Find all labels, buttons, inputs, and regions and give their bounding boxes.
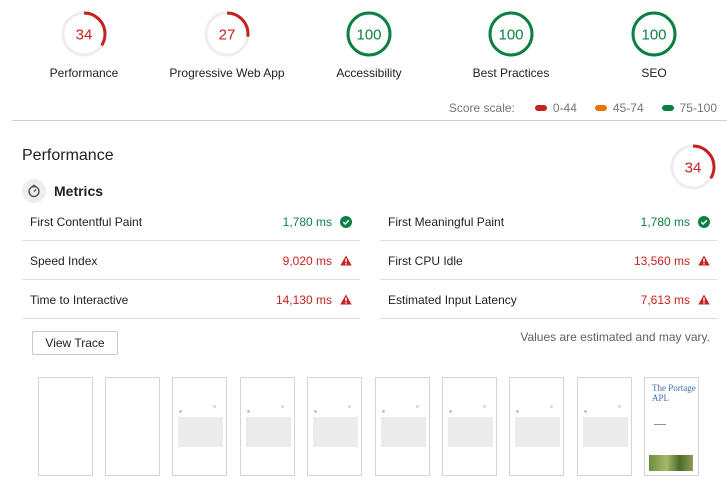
gauge-ring: 100 [631, 11, 677, 57]
gauge-ring: 100 [346, 11, 392, 57]
filmstrip: The Portage APL ▬▬▬▬ [38, 377, 718, 477]
pass-swatch [661, 105, 674, 111]
metric-label: First Contentful Paint [30, 214, 143, 229]
metric-row: Speed Index 9,020 ms [22, 242, 360, 280]
filmstrip-frame [38, 377, 93, 476]
metric-label: First CPU Idle [388, 253, 463, 268]
pass-check-icon [340, 215, 352, 228]
gauge-ring: 100 [488, 11, 534, 57]
frame-text-block: ▬▬▬▬ [654, 422, 666, 426]
category-gauges: 34 Performance 27 Progressive Web App 10… [0, 0, 727, 95]
gauge-score: 27 [219, 27, 236, 44]
metrics-column-left: First Contentful Paint 1,780 ms Speed In… [22, 203, 360, 319]
filmstrip-frame [307, 377, 362, 476]
gauge-label: Accessibility [336, 66, 402, 80]
gauge-ring: 34 [61, 11, 107, 57]
score-scale-label: Score scale: [448, 101, 515, 115]
gauge-score: 34 [76, 27, 93, 44]
filmstrip-frame [442, 377, 497, 476]
metrics-column-right: First Meaningful Paint 1,780 ms First CP… [380, 203, 718, 319]
metric-label: Speed Index [30, 253, 98, 268]
gauge-best-practices[interactable]: 100 Best Practices [441, 10, 581, 80]
metric-label: Estimated Input Latency [388, 292, 517, 307]
metric-value-fail: 14,130 ms [276, 293, 352, 307]
metric-row: First CPU Idle 13,560 ms [380, 242, 718, 280]
average-swatch [594, 105, 607, 111]
metric-value-fail: 7,613 ms [641, 293, 710, 307]
fail-warning-icon [698, 255, 710, 266]
divider [12, 120, 727, 121]
metric-value-fail: 9,020 ms [283, 254, 352, 268]
gauge-label: Best Practices [472, 66, 550, 80]
filmstrip-frame [172, 377, 227, 476]
gauge-label: SEO [641, 66, 667, 80]
filmstrip-frame [509, 377, 564, 476]
estimate-note: Values are estimated and may vary. [520, 330, 710, 344]
gauge-accessibility[interactable]: 100 Accessibility [299, 10, 439, 80]
filmstrip-frame [105, 377, 160, 476]
metrics-header: Metrics [22, 179, 103, 203]
gauge-performance[interactable]: 34 Performance [14, 10, 154, 80]
gauge-ring: 34 [670, 144, 716, 190]
view-trace-button[interactable]: View Trace [32, 331, 118, 355]
fail-warning-icon [698, 294, 710, 305]
fail-warning-icon [340, 294, 352, 305]
scale-range-fail: 0-44 [534, 101, 577, 115]
fail-swatch [534, 105, 547, 111]
metric-row: Time to Interactive 14,130 ms [22, 281, 360, 319]
frame-site-title: The Portage APL [652, 383, 696, 403]
score-scale: Score scale: 0-44 45-74 75-100 [449, 101, 717, 115]
performance-gauge: 34 [669, 143, 717, 196]
filmstrip-frame-final: The Portage APL ▬▬▬▬ [644, 377, 699, 476]
gauge-label: Performance [49, 66, 119, 80]
gauge-pwa[interactable]: 27 Progressive Web App [157, 10, 297, 80]
metric-label: First Meaningful Paint [388, 214, 505, 229]
gauge-label: Progressive Web App [169, 66, 285, 80]
scale-range-pass: 75-100 [661, 101, 717, 115]
section-title: Performance [22, 147, 114, 164]
filmstrip-frame [577, 377, 632, 476]
metric-row: First Meaningful Paint 1,780 ms [380, 203, 718, 241]
gauge-score: 34 [685, 160, 702, 177]
metrics-title: Metrics [54, 183, 104, 199]
fail-warning-icon [340, 255, 352, 266]
frame-thumbnail-image [649, 455, 693, 471]
filmstrip-frame [240, 377, 295, 476]
metric-value-pass: 1,780 ms [283, 215, 352, 229]
scale-range-average: 45-74 [594, 101, 644, 115]
metric-value-pass: 1,780 ms [641, 215, 710, 229]
metric-row: First Contentful Paint 1,780 ms [22, 203, 360, 241]
gauge-ring: 27 [204, 11, 250, 57]
pass-check-icon [698, 215, 710, 228]
gauge-seo[interactable]: 100 SEO [584, 10, 724, 80]
metric-label: Time to Interactive [30, 292, 129, 307]
metric-value-fail: 13,560 ms [634, 254, 710, 268]
gauge-score: 100 [498, 27, 523, 44]
metrics-icon [22, 179, 46, 203]
metric-row: Estimated Input Latency 7,613 ms [380, 281, 718, 319]
gauge-score: 100 [641, 27, 666, 44]
gauge-score: 100 [356, 27, 381, 44]
filmstrip-frame [375, 377, 430, 476]
